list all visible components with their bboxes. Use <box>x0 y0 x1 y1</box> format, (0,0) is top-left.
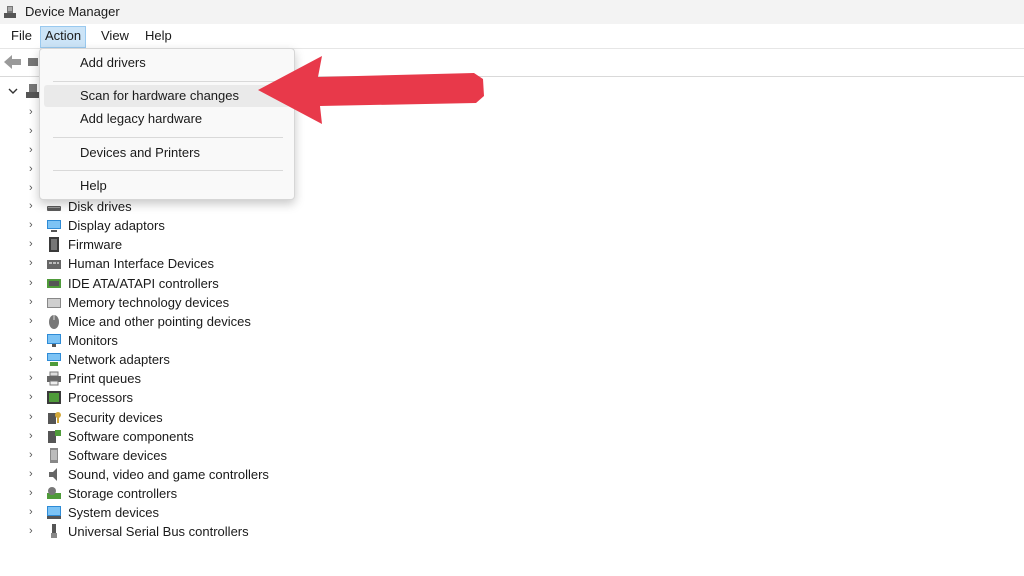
tree-item-label: Software components <box>68 429 194 444</box>
processor-icon <box>47 391 61 404</box>
tree-item-label: Security devices <box>68 410 163 425</box>
tree-item-label: Mice and other pointing devices <box>68 314 251 329</box>
menu-help[interactable]: Help <box>141 26 176 46</box>
device-manager-icon <box>4 6 16 18</box>
chevron-right-icon[interactable]: › <box>29 126 39 137</box>
mouse-icon <box>49 315 59 329</box>
chevron-right-icon[interactable]: › <box>29 278 39 289</box>
tree-item-security-devices[interactable]: › Security devices <box>0 408 400 427</box>
chevron-right-icon[interactable]: › <box>29 220 39 231</box>
chevron-right-icon[interactable]: › <box>29 145 39 156</box>
forward-arrow-icon[interactable] <box>28 58 38 66</box>
menu-separator <box>53 81 283 82</box>
chevron-right-icon[interactable]: › <box>29 354 39 365</box>
tree-item-monitors[interactable]: › Monitors <box>0 331 400 350</box>
tree-item-software-devices[interactable]: › Software devices <box>0 446 400 465</box>
window-title: Device Manager <box>25 4 120 19</box>
tree-item-label: Storage controllers <box>68 486 178 501</box>
software-component-icon <box>48 430 61 443</box>
menu-item-devices-and-printers[interactable]: Devices and Printers <box>44 142 290 164</box>
tree-item-mice-and-other-pointing-devices[interactable]: › Mice and other pointing devices <box>0 312 400 331</box>
tree-item-label: Print queues <box>68 371 141 386</box>
tree-item-label: Network adapters <box>68 352 170 367</box>
tree-item-label: IDE ATA/ATAPI controllers <box>68 276 219 291</box>
tree-item-sound-video-game-controllers[interactable]: › Sound, video and game controllers <box>0 465 400 484</box>
hid-icon <box>47 260 61 269</box>
chevron-right-icon[interactable]: › <box>29 107 39 118</box>
tree-item-display-adaptors[interactable]: › Display adaptors <box>0 216 400 235</box>
tree-item-firmware[interactable]: › Firmware <box>0 235 400 254</box>
tree-item-ide-ata-atapi-controllers[interactable]: › IDE ATA/ATAPI controllers <box>0 274 400 293</box>
tree-item-storage-controllers[interactable]: › Storage controllers <box>0 484 400 503</box>
tree-item-label: Sound, video and game controllers <box>68 467 269 482</box>
chevron-right-icon[interactable]: › <box>29 297 39 308</box>
tree-item-label: Universal Serial Bus controllers <box>68 524 249 539</box>
menu-action[interactable]: Action <box>40 26 87 48</box>
storage-controller-icon <box>47 487 61 499</box>
security-device-icon <box>48 412 61 424</box>
tree-item-print-queues[interactable]: › Print queues <box>0 369 400 388</box>
chevron-right-icon[interactable]: › <box>29 183 39 194</box>
tree-item-label: Display adaptors <box>68 218 165 233</box>
tree-item-label: Monitors <box>68 333 118 348</box>
tree-item-network-adapters[interactable]: › Network adapters <box>0 350 400 369</box>
back-arrow-icon[interactable] <box>4 55 22 69</box>
menu-bar: File Action View Help <box>0 24 1024 49</box>
chevron-right-icon[interactable]: › <box>29 258 39 269</box>
printer-icon <box>47 371 61 386</box>
chevron-right-icon[interactable]: › <box>29 526 39 537</box>
chevron-right-icon[interactable]: › <box>29 488 39 499</box>
chevron-right-icon[interactable]: › <box>29 164 39 175</box>
tree-item-label: Processors <box>68 390 134 405</box>
speaker-icon <box>49 468 57 481</box>
tree-item-label: Memory technology devices <box>68 295 230 310</box>
tree-item-label: Human Interface Devices <box>68 256 214 271</box>
chevron-right-icon[interactable]: › <box>29 450 39 461</box>
tree-item-processors[interactable]: › Processors <box>0 388 400 407</box>
ide-controller-icon <box>47 279 61 288</box>
chevron-right-icon[interactable]: › <box>29 392 39 403</box>
title-bar: Device Manager <box>0 0 1024 24</box>
chevron-right-icon[interactable]: › <box>29 412 39 423</box>
tree-item-label: Software devices <box>68 448 167 463</box>
chevron-right-icon[interactable]: › <box>29 316 39 327</box>
network-adapter-icon <box>47 353 61 366</box>
chevron-right-icon[interactable]: › <box>29 431 39 442</box>
red-arrow-annotation <box>258 56 484 124</box>
system-device-icon <box>47 506 61 519</box>
memory-device-icon <box>47 298 61 308</box>
tree-item-memory-technology-devices[interactable]: › Memory technology devices <box>0 293 400 312</box>
tree-item-system-devices[interactable]: › System devices <box>0 503 400 522</box>
menu-file[interactable]: File <box>7 26 36 46</box>
chevron-right-icon[interactable]: › <box>29 469 39 480</box>
chevron-right-icon[interactable]: › <box>29 239 39 250</box>
tree-item-label: System devices <box>68 505 160 520</box>
tree-item-software-components[interactable]: › Software components <box>0 427 400 446</box>
chevron-right-icon[interactable]: › <box>29 507 39 518</box>
firmware-icon <box>49 237 59 252</box>
chevron-right-icon[interactable]: › <box>29 335 39 346</box>
menu-separator <box>53 170 283 171</box>
monitor-icon <box>47 334 61 347</box>
software-device-icon <box>50 448 58 463</box>
disk-drive-icon <box>47 206 61 211</box>
tree-item-label: Firmware <box>68 237 123 252</box>
tree-item-usb-controllers[interactable]: › Universal Serial Bus controllers <box>0 522 400 541</box>
usb-icon <box>51 524 57 538</box>
menu-separator <box>53 137 283 138</box>
chevron-right-icon[interactable]: › <box>29 373 39 384</box>
menu-view[interactable]: View <box>97 26 133 46</box>
chevron-right-icon[interactable]: › <box>29 201 39 212</box>
display-adapter-icon <box>47 220 61 232</box>
menu-item-help[interactable]: Help <box>44 175 290 197</box>
tree-item-human-interface-devices[interactable]: › Human Interface Devices <box>0 254 400 273</box>
